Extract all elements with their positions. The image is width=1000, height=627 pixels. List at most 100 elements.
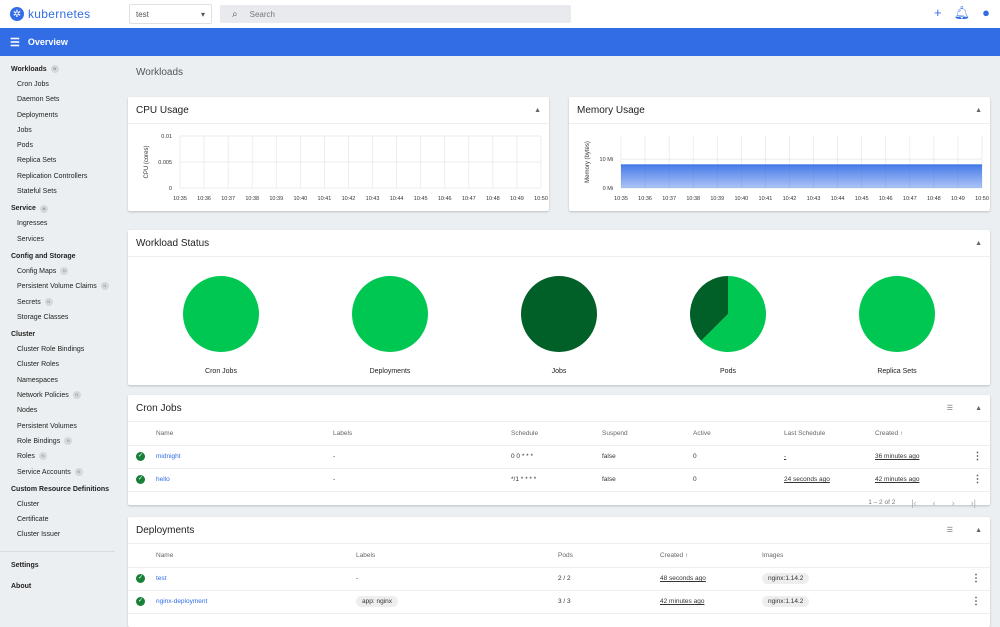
x-tick-label: 10:43 [807,196,821,202]
pie-label[interactable]: Replica Sets [858,368,936,375]
sidebar-item[interactable]: Stateful Sets [0,184,125,199]
namespaced-badge: N [44,297,53,306]
collapse-icon[interactable]: ▲ [975,405,982,412]
column-header: Active [693,422,784,446]
sidebar-item[interactable]: Config Maps N [0,264,125,279]
pie-slice [352,276,428,352]
plus-icon[interactable]: + [934,6,942,20]
section-label: Workloads [11,66,47,73]
collapse-icon[interactable]: ▲ [975,240,982,247]
x-tick-label: 10:40 [293,196,307,202]
pie-label[interactable]: Deployments [351,368,429,375]
collapse-icon[interactable]: ▲ [975,527,982,534]
cronjob-link[interactable]: hello [156,476,170,483]
filter-icon[interactable]: ☰ [947,404,953,412]
sidebar-section[interactable]: Service N [0,201,125,216]
sidebar-item[interactable]: Jobs [0,123,125,138]
cronjob-link[interactable]: midnight [156,453,181,460]
sidebar-item[interactable]: Persistent Volumes [0,419,125,434]
kubernetes-logo[interactable]: ✲ kubernetes [10,7,129,21]
prev-page-icon[interactable]: ‹ [933,498,936,508]
namespace-select[interactable]: test ▾ [129,4,212,24]
menu-icon[interactable]: ☰ [10,36,20,49]
column-header: Labels [333,422,511,446]
sidebar-item[interactable]: Replica Sets [0,153,125,168]
sidebar-item[interactable]: Ingresses [0,216,125,231]
table-row: ✓ test - 2 / 2 48 seconds ago nginx:1.14.2 ⋮ [128,567,990,591]
sidebar-item[interactable]: Role Bindings N [0,434,125,449]
sidebar-section[interactable]: Config and Storage [0,249,125,264]
created-time: 48 seconds ago [660,575,706,582]
filter-icon[interactable]: ☰ [947,526,953,534]
first-page-icon[interactable]: |‹ [911,498,916,508]
section-label: Config and Storage [11,252,76,260]
collapse-icon[interactable]: ▲ [975,107,982,114]
sidebar-item[interactable]: Certificate [0,512,125,527]
column-header: Last Schedule [784,422,875,446]
cpu-usage-card: CPU Usage ▲ 10:35 10:36 10:37 10:38 10:39 10:4… [128,97,549,211]
sidebar-item[interactable]: Replication Controllers [0,169,125,184]
sidebar-item[interactable]: Deployments [0,108,125,123]
more-vert-icon[interactable]: ⋮ [965,445,990,469]
x-tick-label: 10:45 [855,196,869,202]
namespaced-badge: N [100,282,109,291]
column-header-created[interactable]: Created ↑ [660,544,762,568]
collapse-icon[interactable]: ▲ [534,107,541,114]
column-header-created[interactable]: Created ↑ [875,422,965,446]
next-page-icon[interactable]: › [952,498,955,508]
account-icon[interactable]: ● [982,6,990,20]
column-header: Images [762,544,962,568]
y-tick-label: 0.01 [161,134,172,140]
last-page-icon[interactable]: ›| [971,498,976,508]
x-tick-label: 10:38 [245,196,259,202]
sidebar-item[interactable]: Roles N [0,449,125,464]
created-time: 42 minutes ago [875,476,920,483]
sidebar-item-label: Pods [17,142,33,150]
column-header[interactable]: Name [156,544,356,568]
labels-cell: - [333,468,511,492]
sidebar-item-label: Roles [17,453,35,461]
sidebar-item[interactable]: Network Policies N [0,388,125,403]
sidebar-item[interactable]: Service Accounts N [0,465,125,480]
more-vert-icon[interactable]: ⋮ [962,590,990,614]
sidebar-item-label: Cluster Role Bindings [17,346,85,354]
pie-label[interactable]: Pods [689,368,767,375]
sidebar-item[interactable]: Settings [0,558,125,573]
sidebar: Workloads N Cron Jobs Daemon Sets Deployment… [0,56,125,613]
sidebar-item[interactable]: Pods [0,138,125,153]
sidebar-item-label: Service Accounts [17,468,71,476]
x-tick-label: 10:39 [710,196,724,202]
sort-arrow-icon: ↑ [899,429,904,437]
sidebar-item[interactable]: Cron Jobs [0,77,125,92]
sidebar-item[interactable]: Cluster Roles [0,357,125,372]
sidebar-item[interactable]: Namespaces [0,373,125,388]
search-input[interactable]: ⌕ Search [220,5,571,23]
sidebar-item[interactable]: Cluster Role Bindings [0,342,125,357]
sidebar-item[interactable]: Secrets N [0,295,125,310]
section-title: Workloads [136,67,184,78]
more-vert-icon[interactable]: ⋮ [962,567,990,591]
pie-label[interactable]: Cron Jobs [182,368,260,375]
sidebar-section[interactable]: Custom Resource Definitions [0,482,125,497]
more-vert-icon[interactable]: ⋮ [965,468,990,492]
sidebar-item[interactable]: Services [0,232,125,247]
x-tick-label: 10:45 [414,196,428,202]
sidebar-item[interactable]: About [0,579,125,594]
column-header[interactable]: Name [156,422,333,446]
sidebar-item[interactable]: Cluster Issuer [0,527,125,542]
x-tick-label: 10:42 [783,196,797,202]
y-tick-label: 0 [169,186,172,192]
sidebar-section[interactable]: Cluster [0,327,125,342]
deployment-link[interactable]: nginx-deployment [156,598,207,605]
sidebar-item[interactable]: Nodes [0,403,125,418]
pie-label[interactable]: Jobs [520,368,598,375]
active-cell: 0 [693,468,784,492]
deployment-link[interactable]: test [156,575,166,582]
bell-icon[interactable]: 🔔︎ [954,6,971,20]
sidebar-item[interactable]: Persistent Volume Claims N [0,279,125,294]
sidebar-section[interactable]: Workloads N [0,62,125,77]
sidebar-item[interactable]: Daemon Sets [0,92,125,107]
sidebar-item[interactable]: Storage Classes [0,310,125,325]
sidebar-item[interactable]: Cluster [0,497,125,512]
labels-cell: - [333,445,511,469]
